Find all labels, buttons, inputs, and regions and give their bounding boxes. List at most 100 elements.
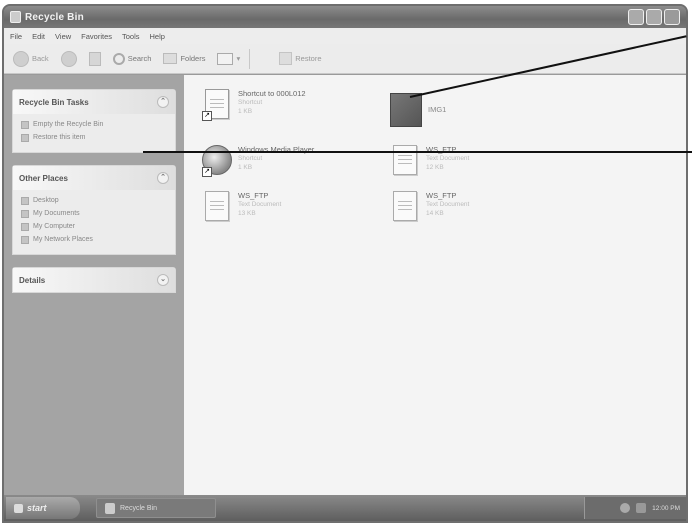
file-size: 12 KB (426, 164, 444, 171)
file-item[interactable]: ↗ Shortcut to 000L012 Shortcut 1 KB (202, 89, 306, 121)
file-name: WS_FTP (238, 191, 269, 200)
place-label: My Network Places (33, 236, 93, 243)
file-type: Shortcut (238, 99, 263, 106)
menu-favorites[interactable]: Favorites (81, 32, 112, 41)
file-name: IMG1 (428, 105, 447, 114)
place-my-network-places[interactable]: My Network Places (21, 233, 167, 246)
start-label: start (27, 503, 47, 513)
place-label: My Computer (33, 223, 76, 230)
toolbar-separator (249, 48, 251, 69)
task-label: Empty the Recycle Bin (33, 121, 104, 128)
network-tray-icon[interactable] (636, 503, 647, 513)
task-restore-item[interactable]: Restore this item (21, 131, 167, 144)
search-label: Search (127, 54, 152, 63)
back-label: Back (32, 54, 49, 63)
folders-label: Folders (180, 54, 206, 63)
file-item[interactable]: IMG1 (390, 93, 446, 127)
collapse-chevron-icon[interactable]: ⌃ (157, 96, 169, 108)
back-arrow-icon (13, 50, 29, 67)
search-button[interactable]: Search (110, 48, 155, 70)
close-button[interactable] (664, 9, 680, 25)
file-size: 13 KB (238, 210, 256, 217)
shortcut-file-icon: ↗ (202, 89, 232, 121)
desktop-icon (21, 196, 29, 205)
menu-view[interactable]: View (55, 32, 71, 41)
file-size: 1 KB (238, 108, 253, 115)
expand-chevron-icon[interactable]: ⌄ (157, 274, 169, 286)
menu-tools[interactable]: Tools (122, 32, 140, 41)
file-name: Shortcut to 000L012 (238, 89, 306, 98)
maximize-button[interactable] (646, 9, 662, 25)
up-button[interactable] (86, 48, 104, 70)
back-button[interactable]: Back (10, 48, 52, 70)
panel-title: Recycle Bin Tasks (19, 97, 89, 107)
forward-arrow-icon (60, 50, 77, 67)
empty-bin-icon (21, 120, 29, 129)
place-my-documents[interactable]: My Documents (21, 207, 167, 220)
file-type: Text Document (238, 201, 282, 208)
menu-bar: File Edit View Favorites Tools Help (4, 28, 686, 44)
computer-icon (21, 222, 29, 231)
views-button[interactable]: ▾ (214, 48, 243, 70)
network-icon (21, 235, 29, 244)
recycle-bin-tasks-header[interactable]: Recycle Bin Tasks ⌃ (13, 90, 175, 114)
text-document-icon (390, 191, 420, 223)
file-item[interactable]: WS_FTP Text Document 13 KB (202, 191, 281, 223)
folders-button[interactable]: Folders (160, 48, 208, 70)
windows-logo-icon (14, 503, 23, 513)
volume-icon[interactable] (620, 503, 631, 513)
minimize-button[interactable] (628, 9, 644, 25)
folders-icon (163, 53, 178, 64)
media-player-icon: ↗ (202, 145, 232, 177)
taskbar-button-label: Recycle Bin (120, 504, 157, 512)
place-label: My Documents (33, 210, 80, 217)
details-panel: Details ⌄ (12, 267, 176, 293)
views-icon (217, 52, 234, 65)
file-item[interactable]: ↗ Windows Media Player Shortcut 1 KB (202, 145, 314, 177)
panel-title: Other Places (19, 173, 68, 183)
place-my-computer[interactable]: My Computer (21, 220, 167, 233)
other-places-panel: Other Places ⌃ Desktop My Documents My C… (12, 165, 176, 255)
text-document-icon (390, 145, 420, 177)
file-item[interactable]: WS_FTP Text Document 14 KB (390, 191, 469, 223)
start-button[interactable]: start (6, 497, 80, 519)
file-type: Text Document (426, 201, 470, 208)
forward-button[interactable] (58, 48, 80, 70)
file-item[interactable]: WS_FTP Text Document 12 KB (390, 145, 469, 177)
explorer-window: Recycle Bin File Edit View Favorites Too… (2, 4, 688, 523)
restore-item-icon (21, 133, 29, 142)
file-name: WS_FTP (426, 191, 457, 200)
file-view: ↗ Shortcut to 000L012 Shortcut 1 KB IMG1… (184, 75, 686, 495)
task-empty-recycle-bin[interactable]: Empty the Recycle Bin (21, 118, 167, 131)
place-desktop[interactable]: Desktop (21, 194, 167, 207)
restore-button[interactable]: Restore (276, 48, 324, 70)
image-thumbnail-icon (390, 93, 422, 127)
menu-edit[interactable]: Edit (32, 32, 45, 41)
system-tray: 12:00 PM (584, 497, 686, 519)
menu-help[interactable]: Help (150, 32, 165, 41)
other-places-header[interactable]: Other Places ⌃ (13, 166, 175, 190)
restore-label: Restore (295, 54, 322, 63)
title-bar[interactable]: Recycle Bin (4, 6, 686, 28)
chevron-down-icon: ▾ (236, 54, 241, 63)
recycle-bin-tasks-panel: Recycle Bin Tasks ⌃ Empty the Recycle Bi… (12, 89, 176, 153)
file-size: 14 KB (426, 210, 444, 217)
clock[interactable]: 12:00 PM (652, 505, 680, 512)
menu-file[interactable]: File (10, 32, 22, 41)
shortcut-arrow-icon: ↗ (202, 167, 212, 177)
file-type: Text Document (426, 155, 470, 162)
taskbar: start Recycle Bin 12:00 PM (4, 495, 686, 521)
details-header[interactable]: Details ⌄ (13, 268, 175, 292)
text-document-icon (202, 191, 232, 223)
place-label: Desktop (33, 197, 59, 204)
folder-icon (21, 209, 29, 218)
task-label: Restore this item (33, 134, 86, 141)
callout-line-middle (143, 151, 692, 153)
file-type: Shortcut (238, 155, 263, 162)
shortcut-arrow-icon: ↗ (202, 111, 212, 121)
collapse-chevron-icon[interactable]: ⌃ (157, 172, 169, 184)
recycle-bin-icon (10, 11, 21, 23)
window-title: Recycle Bin (25, 11, 84, 23)
recycle-bin-icon (105, 502, 115, 514)
taskbar-button-recycle-bin[interactable]: Recycle Bin (96, 498, 216, 518)
